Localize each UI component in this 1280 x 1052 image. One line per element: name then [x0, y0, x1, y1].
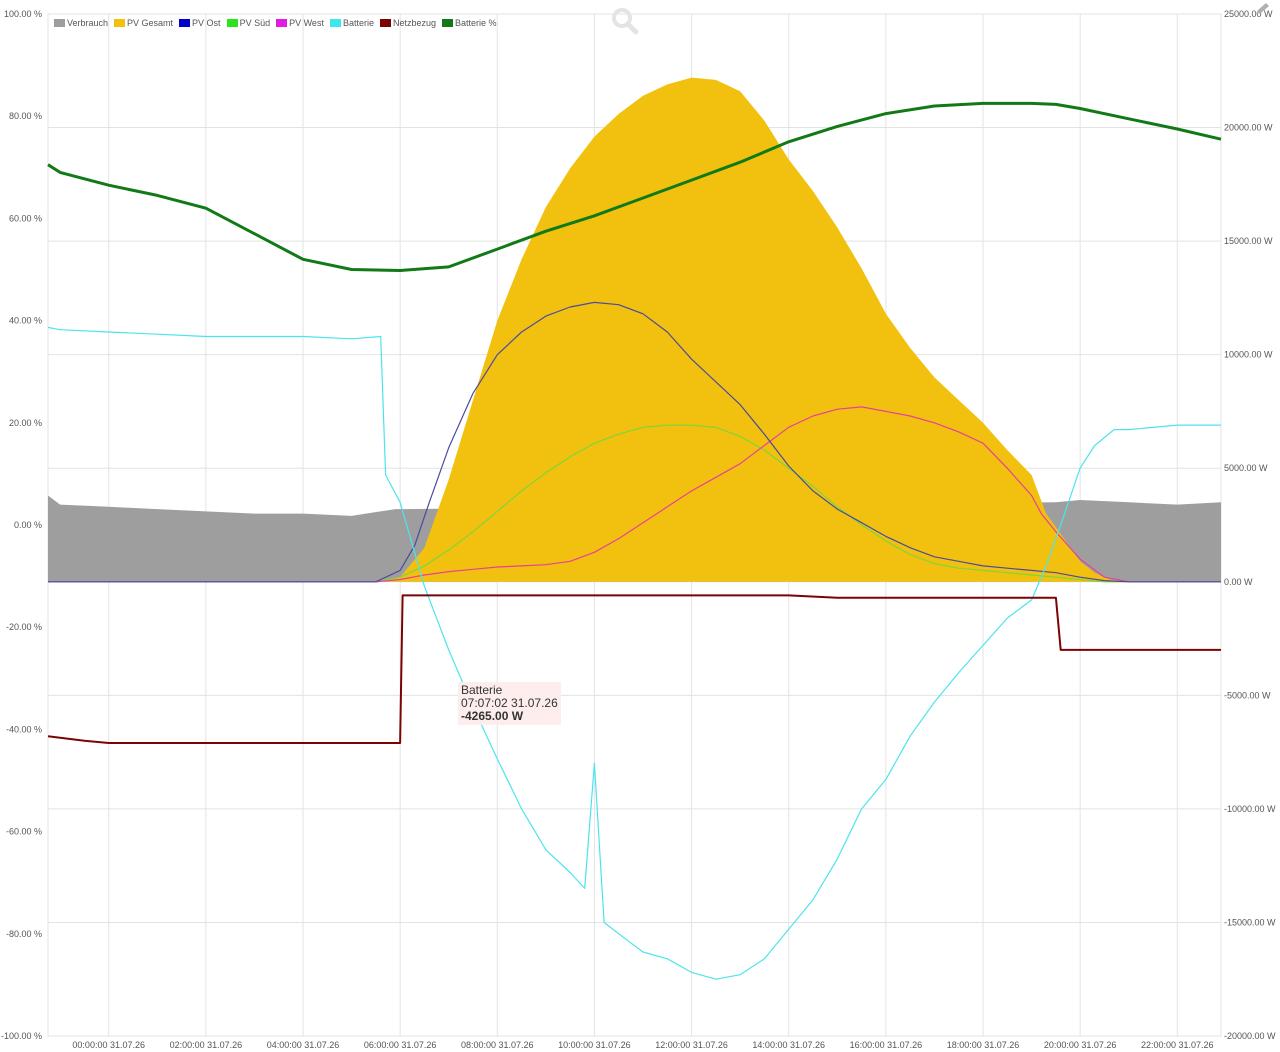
- left-axis: 100.00 % 80.00 % 60.00 % 40.00 % 20.00 % 0.00…: [1, 9, 42, 1041]
- left-tick-label: -60.00 %: [6, 827, 42, 837]
- x-tick-label: 12:00:00 31.07.26: [655, 1040, 728, 1050]
- legend-label: PV Süd: [239, 18, 271, 28]
- left-tick-label: -100.00 %: [1, 1031, 42, 1041]
- legend-swatch: [114, 19, 126, 27]
- series-line-netzbezug: [47, 594, 1221, 744]
- legend-item[interactable]: PV Süd: [226, 18, 271, 28]
- legend-item[interactable]: Batterie: [329, 18, 374, 28]
- right-axis: 25000.00 W20000.00 W15000.00 W10000.00 W…: [1224, 9, 1276, 1041]
- left-tick-label: 60.00 %: [9, 213, 42, 223]
- left-tick-label: -40.00 %: [6, 724, 42, 734]
- legend-item[interactable]: PV West: [276, 18, 324, 28]
- right-tick-label: 15000.00 W: [1224, 236, 1273, 246]
- right-tick-label: -10000.00 W: [1224, 804, 1276, 814]
- legend-item[interactable]: PV Ost: [179, 18, 221, 28]
- legend-swatch: [226, 19, 238, 27]
- legend-swatch: [379, 19, 391, 27]
- legend-item[interactable]: PV Gesamt: [114, 18, 173, 28]
- legend-label: Verbrauch: [67, 18, 109, 28]
- tooltip: Batterie 07:07:02 31.07.26 -4265.00 W: [458, 682, 561, 725]
- legend-label: PV Ost: [192, 18, 221, 28]
- legend-label: Batterie: [342, 18, 374, 28]
- legend-swatch: [329, 19, 341, 27]
- x-tick-label: 00:00:00 31.07.26: [72, 1040, 145, 1050]
- x-tick-label: 04:00:00 31.07.26: [267, 1040, 340, 1050]
- legend-swatch: [179, 19, 191, 27]
- tooltip-value: -4265.00 W: [461, 709, 524, 723]
- right-tick-label: 10000.00 W: [1224, 350, 1273, 360]
- legend-item[interactable]: Batterie %: [442, 18, 497, 28]
- x-axis: 00:00:00 31.07.26 02:00:00 31.07.26 04:00:…: [72, 1040, 1213, 1050]
- left-tick-label: 40.00 %: [9, 316, 42, 326]
- left-tick-label: -80.00 %: [6, 929, 42, 939]
- left-tick-label: 0.00 %: [14, 520, 42, 530]
- chart-area[interactable]: 100.00 % 80.00 % 60.00 % 40.00 % 20.00 % 0.00…: [0, 0, 1280, 1052]
- x-tick-label: 18:00:00 31.07.26: [947, 1040, 1020, 1050]
- x-tick-label: 02:00:00 31.07.26: [170, 1040, 243, 1050]
- x-tick-label: 16:00:00 31.07.26: [850, 1040, 923, 1050]
- legend-item[interactable]: Verbrauch: [54, 18, 108, 28]
- pencil-icon[interactable]: [1254, 2, 1272, 16]
- legend-label: PV Gesamt: [127, 18, 174, 28]
- legend: Verbrauch PV Gesamt PV Ost PV Süd PV West Bat…: [54, 18, 497, 28]
- x-tick-label: 06:00:00 31.07.26: [364, 1040, 437, 1050]
- right-tick-label: 5000.00 W: [1224, 463, 1268, 473]
- right-tick-label: -5000.00 W: [1224, 690, 1271, 700]
- series-layer: [47, 77, 1222, 980]
- x-tick-label: 10:00:00 31.07.26: [558, 1040, 631, 1050]
- legend-swatch: [276, 19, 288, 27]
- right-tick-label: -15000.00 W: [1224, 917, 1276, 927]
- x-tick-label: 08:00:00 31.07.26: [461, 1040, 534, 1050]
- x-tick-label: 20:00:00 31.07.26: [1044, 1040, 1117, 1050]
- left-tick-label: 80.00 %: [9, 111, 42, 121]
- x-tick-label: 22:00:00 31.07.26: [1141, 1040, 1214, 1050]
- legend-item[interactable]: Netzbezug: [379, 18, 437, 28]
- legend-label: PV West: [289, 18, 324, 28]
- magnifier-icon[interactable]: [610, 6, 640, 36]
- right-tick-label: 0.00 W: [1224, 577, 1253, 587]
- legend-swatch: [442, 19, 454, 27]
- legend-label: Netzbezug: [392, 18, 437, 28]
- right-tick-label: 20000.00 W: [1224, 123, 1273, 133]
- right-tick-label: -20000.00 W: [1224, 1031, 1276, 1041]
- legend-label: Batterie %: [455, 18, 497, 28]
- legend-swatch: [54, 19, 65, 27]
- x-tick-label: 14:00:00 31.07.26: [752, 1040, 825, 1050]
- left-tick-label: -20.00 %: [6, 622, 42, 632]
- left-tick-label: 100.00 %: [4, 9, 42, 19]
- left-tick-label: 20.00 %: [9, 418, 42, 428]
